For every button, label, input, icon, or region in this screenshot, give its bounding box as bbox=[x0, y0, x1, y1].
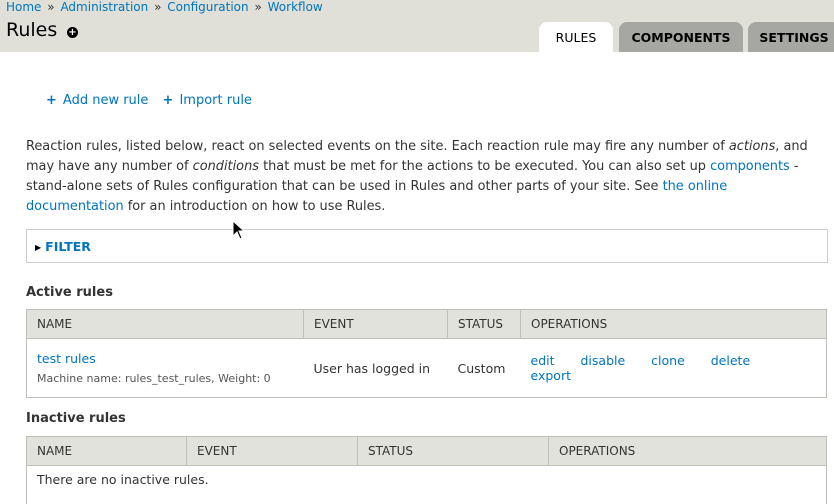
export-link[interactable]: export bbox=[531, 368, 572, 383]
column-header-operations: OPERATIONS bbox=[549, 437, 827, 466]
page-title: Rules bbox=[6, 19, 57, 41]
breadcrumb: Home » Administration » Configuration » … bbox=[6, 0, 323, 14]
active-rules-heading: Active rules bbox=[26, 285, 113, 300]
column-header-status[interactable]: STATUS bbox=[358, 437, 549, 466]
breadcrumb-home[interactable]: Home bbox=[6, 0, 41, 14]
mouse-cursor-icon bbox=[232, 220, 246, 240]
breadcrumb-separator: » bbox=[254, 0, 261, 14]
tab-rules[interactable]: RULES bbox=[539, 22, 613, 52]
tab-settings[interactable]: SETTINGS bbox=[748, 22, 834, 52]
table-header-row: NAME EVENT STATUS OPERATIONS bbox=[27, 437, 827, 466]
action-links: + Add new rule + Import rule bbox=[46, 93, 262, 108]
rule-event: User has logged in bbox=[304, 339, 448, 398]
add-new-rule-label: Add new rule bbox=[63, 93, 149, 108]
edit-link[interactable]: edit bbox=[531, 353, 555, 368]
filter-label: FILTER bbox=[45, 239, 91, 254]
empty-message: There are no inactive rules. bbox=[27, 466, 827, 504]
column-header-event[interactable]: EVENT bbox=[187, 437, 358, 466]
rule-operations: edit disable clone delete export bbox=[521, 339, 827, 398]
column-header-status[interactable]: STATUS bbox=[448, 310, 521, 339]
table-header-row: NAME EVENT STATUS OPERATIONS bbox=[27, 310, 827, 339]
page-header: Home » Administration » Configuration » … bbox=[0, 0, 834, 52]
inactive-rules-table: NAME EVENT STATUS OPERATIONS There are n… bbox=[26, 436, 827, 504]
add-new-rule-link[interactable]: + Add new rule bbox=[46, 93, 148, 108]
breadcrumb-administration[interactable]: Administration bbox=[60, 0, 148, 14]
tab-components[interactable]: COMPONENTS bbox=[619, 22, 743, 52]
triangle-right-icon: ▶ bbox=[35, 243, 41, 252]
disable-link[interactable]: disable bbox=[580, 353, 625, 368]
components-link[interactable]: components bbox=[710, 159, 790, 174]
description-text: that must be met for the actions to be e… bbox=[259, 159, 710, 174]
description-text: for an introduction on how to use Rules. bbox=[124, 199, 386, 214]
description-actions-word: actions bbox=[729, 139, 775, 154]
inactive-rules-heading: Inactive rules bbox=[26, 411, 126, 426]
breadcrumb-workflow[interactable]: Workflow bbox=[268, 0, 323, 14]
breadcrumb-configuration[interactable]: Configuration bbox=[167, 0, 248, 14]
import-rule-label: Import rule bbox=[179, 93, 251, 108]
clone-link[interactable]: clone bbox=[651, 353, 685, 368]
column-header-operations: OPERATIONS bbox=[521, 310, 827, 339]
rule-status: Custom bbox=[448, 339, 521, 398]
active-rules-table: NAME EVENT STATUS OPERATIONS test rules … bbox=[26, 309, 827, 398]
breadcrumb-separator: » bbox=[154, 0, 161, 14]
column-header-name[interactable]: NAME bbox=[27, 437, 187, 466]
filter-toggle[interactable]: ▶ FILTER bbox=[35, 239, 91, 254]
rule-name-link[interactable]: test rules bbox=[37, 351, 96, 366]
plus-icon: + bbox=[46, 93, 57, 108]
import-rule-link[interactable]: + Import rule bbox=[163, 93, 252, 108]
column-header-name[interactable]: NAME bbox=[27, 310, 304, 339]
description-text: Reaction rules, listed below, react on s… bbox=[26, 139, 729, 154]
filter-fieldset: ▶ FILTER bbox=[26, 229, 828, 263]
delete-link[interactable]: delete bbox=[711, 353, 750, 368]
breadcrumb-separator: » bbox=[47, 0, 54, 14]
table-row: test rules Machine name: rules_test_rule… bbox=[27, 339, 827, 398]
plus-icon: + bbox=[163, 93, 174, 108]
rules-description: Reaction rules, listed below, react on s… bbox=[26, 137, 826, 217]
machine-name: Machine name: rules_test_rules, Weight: … bbox=[37, 372, 294, 385]
table-row: There are no inactive rules. bbox=[27, 466, 827, 504]
add-shortcut-icon[interactable]: + bbox=[67, 27, 78, 38]
column-header-event[interactable]: EVENT bbox=[304, 310, 448, 339]
description-conditions-word: conditions bbox=[193, 159, 259, 174]
rule-name-cell: test rules Machine name: rules_test_rule… bbox=[27, 339, 304, 398]
